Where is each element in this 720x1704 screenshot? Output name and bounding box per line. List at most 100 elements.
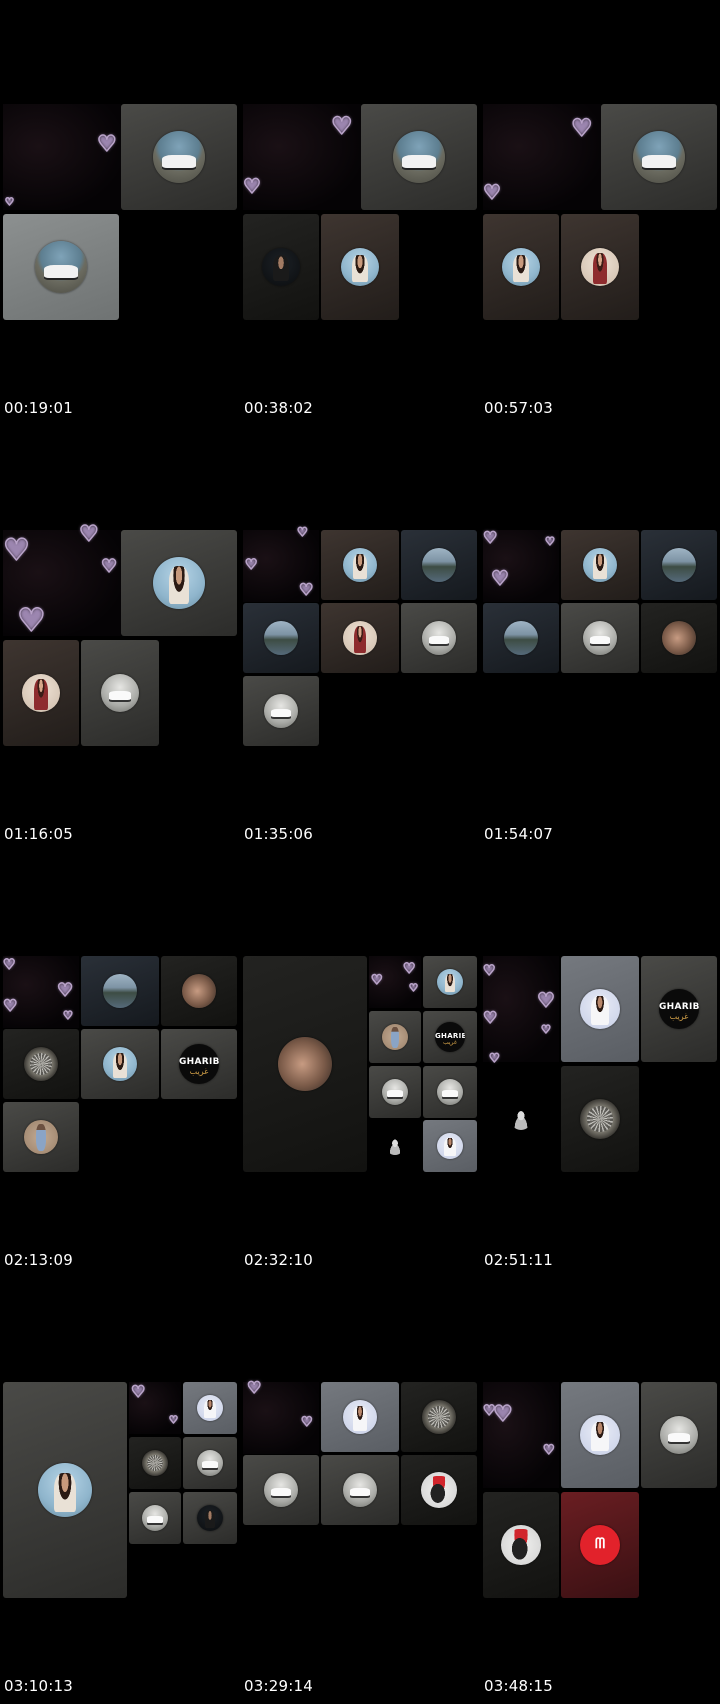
video-tile[interactable] (243, 214, 319, 320)
video-tile[interactable] (561, 1492, 639, 1598)
avatar (264, 1473, 298, 1507)
video-tile[interactable] (401, 1382, 477, 1452)
video-tile[interactable] (561, 956, 639, 1062)
avatar (103, 1047, 137, 1081)
video-tile[interactable] (121, 104, 237, 210)
heart-icon: ♥ (2, 996, 18, 1015)
gharib-logo-text: GHARIB (435, 1031, 465, 1040)
video-tile[interactable] (361, 104, 477, 210)
avatar (504, 621, 538, 655)
video-tile[interactable] (81, 956, 159, 1026)
video-tile[interactable] (369, 1120, 421, 1172)
video-tile[interactable] (423, 956, 477, 1008)
video-tile[interactable] (561, 214, 639, 320)
video-tile[interactable] (81, 640, 159, 746)
video-tile[interactable] (3, 214, 119, 320)
video-tile[interactable] (81, 1029, 159, 1099)
video-tile[interactable] (243, 1455, 319, 1525)
heart-icon: ♥ (4, 197, 14, 209)
frame-8: ♥ ♥ ♥ GHARIB غريب (243, 956, 479, 1172)
hearts-overlay: ♥ ♥ (3, 104, 121, 210)
avatar (153, 557, 205, 609)
heart-icon: ♥ (402, 961, 416, 977)
video-tile[interactable] (243, 676, 319, 746)
video-tile[interactable] (369, 1066, 421, 1118)
video-tile[interactable] (641, 1382, 717, 1488)
video-tile[interactable] (483, 214, 559, 320)
video-tile[interactable]: GHARIB غريب (641, 956, 717, 1062)
video-tile[interactable] (321, 214, 399, 320)
video-tile[interactable] (369, 1011, 421, 1063)
video-tile[interactable] (483, 1066, 559, 1172)
video-tile[interactable] (601, 104, 717, 210)
video-tile[interactable] (483, 603, 559, 673)
avatar (278, 1037, 332, 1091)
video-tile[interactable] (161, 956, 237, 1026)
avatar (197, 1450, 223, 1476)
avatar (437, 1079, 463, 1105)
video-tile[interactable] (183, 1437, 237, 1489)
avatar (101, 674, 139, 712)
video-tile[interactable] (3, 1029, 79, 1099)
video-tile[interactable] (321, 1382, 399, 1452)
red-brand-logo-icon (580, 1525, 620, 1565)
timestamp: 00:57:03 (484, 399, 553, 417)
video-tile[interactable] (183, 1492, 237, 1544)
video-tile[interactable] (561, 1066, 639, 1172)
video-tile[interactable] (243, 603, 319, 673)
heart-icon: ♥ (370, 973, 383, 988)
video-tile[interactable] (401, 530, 477, 600)
video-tile[interactable] (183, 1382, 237, 1434)
video-tile[interactable] (321, 1455, 399, 1525)
video-tile[interactable] (321, 603, 399, 673)
video-tile[interactable]: GHARIB غريب (423, 1011, 477, 1063)
avatar (581, 248, 619, 286)
video-tile[interactable] (129, 1492, 181, 1544)
timestamp: 02:32:10 (244, 1251, 313, 1269)
heart-icon: ♥ (570, 114, 593, 142)
video-tile[interactable] (401, 1455, 477, 1525)
avatar (382, 1024, 408, 1050)
video-tile-large[interactable] (243, 956, 367, 1172)
gharib-logo: GHARIB غريب (179, 1044, 219, 1084)
avatar (262, 248, 300, 286)
frame-2: ♥ ♥ (242, 104, 479, 320)
video-tile[interactable] (121, 530, 237, 636)
video-tile[interactable] (561, 530, 639, 600)
frame-1: ♥ ♥ (3, 104, 239, 320)
heart-icon: ♥ (246, 1378, 262, 1397)
timestamp: 01:35:06 (244, 825, 313, 843)
video-tile[interactable] (423, 1120, 477, 1172)
hearts-overlay: ♥ ♥ ♥ (482, 1382, 559, 1488)
video-tile[interactable] (641, 603, 717, 673)
video-tile[interactable] (423, 1066, 477, 1118)
video-tile[interactable] (3, 1102, 79, 1172)
avatar (662, 548, 696, 582)
avatar (660, 1416, 698, 1454)
avatar (662, 621, 696, 655)
video-tile[interactable] (483, 1492, 559, 1598)
avatar (22, 674, 60, 712)
heart-icon: ♥ (540, 1023, 551, 1036)
avatar (583, 548, 617, 582)
video-tile[interactable] (561, 603, 639, 673)
video-tile[interactable] (3, 640, 79, 746)
heart-icon: ♥ (296, 525, 308, 539)
video-tile[interactable] (401, 603, 477, 673)
gharib-logo-text: GHARIB (179, 1056, 219, 1067)
frame-7: ♥ ♥ ♥ ♥ GHARIB غريب (2, 956, 239, 1172)
timestamp: 00:38:02 (244, 399, 313, 417)
video-tile[interactable] (641, 530, 717, 600)
video-tile[interactable] (129, 1437, 181, 1489)
hearts-overlay: ♥ ♥ (482, 104, 601, 210)
video-tile-large[interactable] (3, 1382, 127, 1598)
heart-icon: ♥ (2, 957, 16, 973)
avatar (343, 1400, 377, 1434)
video-tile[interactable]: GHARIB غريب (161, 1029, 237, 1099)
avatar (197, 1505, 223, 1531)
video-tile[interactable] (321, 530, 399, 600)
heart-icon: ♥ (300, 1415, 313, 1430)
frame-12: ♥ ♥ ♥ (482, 1382, 719, 1598)
avatar (343, 1473, 377, 1507)
video-tile[interactable] (561, 1382, 639, 1488)
